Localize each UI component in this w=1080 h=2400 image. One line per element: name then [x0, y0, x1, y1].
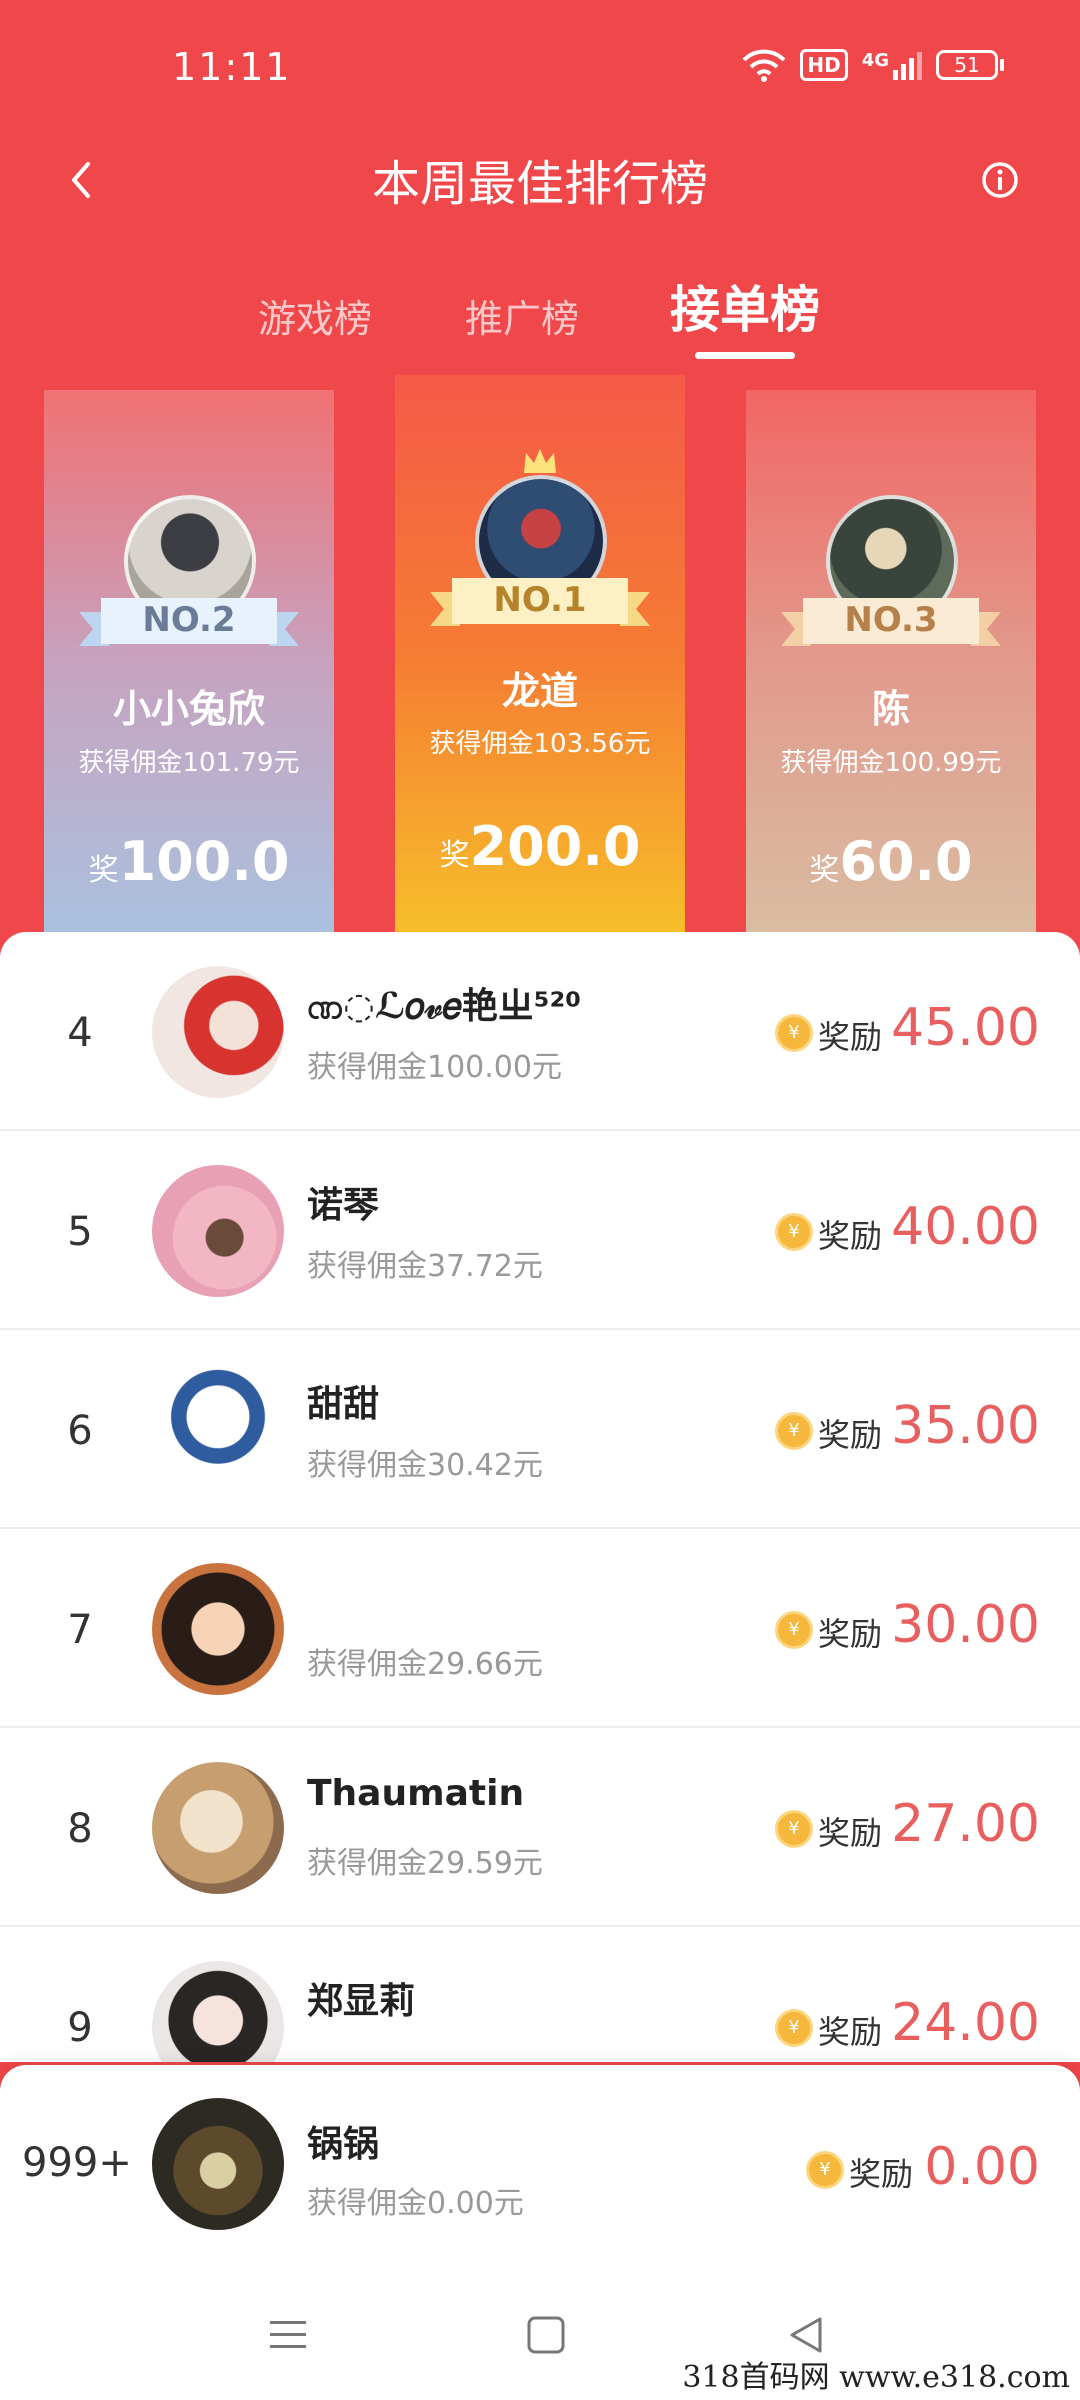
reward-value: 30.00 — [891, 1595, 1040, 1655]
reward-label: 奖励 — [818, 1615, 883, 1653]
commission-text: 获得佣金0.00元 — [307, 2186, 524, 2221]
network-type: 4G — [861, 50, 889, 71]
commission-text: 获得佣金103.56元 — [429, 729, 651, 759]
watermark: 318首码网 www.e318.com — [682, 2360, 1070, 2395]
commission-text: 获得佣金29.59元 — [307, 1846, 543, 1881]
user-name: 龙道 — [501, 669, 578, 713]
crown-icon — [524, 449, 556, 473]
user-name: 陈 — [871, 687, 910, 731]
rank-number: 9 — [67, 2005, 93, 2051]
rank-number: 8 — [67, 1806, 93, 1852]
info-icon — [982, 162, 1018, 198]
podium-card-second[interactable]: NO.2 小小兔欣 获得佣金101.79元 奖100.0 — [44, 390, 334, 935]
commission-text: 获得佣金29.66元 — [307, 1647, 543, 1682]
my-rank-bar[interactable]: 999+ 锅锅 获得佣金0.00元 ¥ 奖励 0.00 — [0, 2065, 1080, 2265]
podium-card-third[interactable]: NO.3 陈 获得佣金100.99元 奖60.0 — [746, 390, 1036, 935]
user-name: 小小兔欣 — [112, 687, 265, 731]
user-name: ဏ◌ℒ𝑜𝓋𝑒艳ㄓ⁵²⁰ — [307, 986, 582, 1027]
avatar — [152, 1364, 284, 1496]
system-nav-bar: 318首码网 www.e318.com — [0, 2265, 1080, 2400]
status-icons: HD 4G 51 — [742, 48, 1004, 82]
reward-value: 40.00 — [891, 1197, 1040, 1257]
reward-amount: 奖200.0 — [439, 815, 641, 878]
status-time: 11:11 — [172, 45, 292, 89]
home-button[interactable] — [516, 2305, 576, 2365]
commission-text: 获得佣金100.00元 — [307, 1050, 562, 1085]
tab-orders[interactable]: 接单榜 — [670, 270, 820, 342]
tab-promotion[interactable]: 推广榜 — [465, 288, 579, 343]
status-bar: 11:11 HD 4G 51 — [0, 0, 1080, 130]
page-title: 本周最佳排行榜 — [371, 156, 708, 212]
menu-icon — [270, 2321, 306, 2348]
coin-icon: ¥ — [775, 1213, 813, 1251]
title-bar: 本周最佳排行榜 — [0, 130, 1080, 230]
list-item[interactable]: 4 ဏ◌ℒ𝑜𝓋𝑒艳ㄓ⁵²⁰ 获得佣金100.00元 ¥ 奖励 45.00 — [0, 932, 1080, 1131]
coin-icon: ¥ — [775, 2009, 813, 2047]
rank-number: 6 — [67, 1408, 93, 1454]
commission-text: 获得佣金30.42元 — [307, 1448, 543, 1483]
rank-badge: NO.1 — [493, 580, 587, 620]
list-item[interactable]: 6 甜甜 获得佣金30.42元 ¥ 奖励 35.00 — [0, 1330, 1080, 1529]
user-name: 锅锅 — [307, 2124, 380, 2165]
ranking-list[interactable]: 4 ဏ◌ℒ𝑜𝓋𝑒艳ㄓ⁵²⁰ 获得佣金100.00元 ¥ 奖励 45.00 5 诺… — [0, 932, 1080, 2062]
coin-icon: ¥ — [775, 1810, 813, 1848]
avatar — [152, 1165, 284, 1297]
wifi-icon — [742, 49, 786, 82]
tab-active-indicator — [695, 352, 795, 359]
coin-icon: ¥ — [806, 2151, 844, 2189]
avatar — [152, 1961, 284, 2062]
list-item[interactable]: 9 郑显莉 ¥ 奖励 24.00 — [0, 1927, 1080, 2062]
hd-badge: HD — [800, 49, 848, 81]
reward-amount: 奖100.0 — [88, 830, 290, 893]
coin-icon: ¥ — [775, 1014, 813, 1052]
list-item[interactable]: 7 获得佣金29.66元 ¥ 奖励 30.00 — [0, 1529, 1080, 1728]
info-button[interactable] — [970, 150, 1030, 210]
list-item[interactable]: 8 Thaumatin 获得佣金29.59元 ¥ 奖励 27.00 — [0, 1728, 1080, 1927]
tab-bar: 游戏榜 推广榜 接单榜 — [0, 270, 1080, 370]
user-name: 郑显莉 — [307, 1981, 416, 2022]
reward-value: 35.00 — [891, 1396, 1040, 1456]
square-icon — [527, 2316, 565, 2354]
my-rank-number: 999+ — [22, 2140, 132, 2186]
reward-amount: 奖60.0 — [809, 830, 973, 893]
reward-value: 0.00 — [924, 2137, 1040, 2197]
tab-games[interactable]: 游戏榜 — [258, 288, 372, 343]
reward-value: 45.00 — [891, 998, 1040, 1058]
battery-level: 51 — [936, 50, 998, 80]
avatar — [152, 966, 284, 1098]
rank-number: 5 — [67, 1209, 93, 1255]
user-name: 甜甜 — [307, 1384, 380, 1425]
battery-icon: 51 — [936, 50, 1004, 80]
user-name: Thaumatin — [307, 1773, 525, 1814]
avatar — [152, 1563, 284, 1695]
rank-badge: NO.3 — [844, 600, 938, 640]
avatar — [152, 2098, 284, 2230]
commission-text: 获得佣金37.72元 — [307, 1249, 543, 1284]
reward-label: 奖励 — [818, 1018, 883, 1056]
reward-value: 24.00 — [891, 1993, 1040, 2053]
user-name: 诺琴 — [307, 1185, 380, 1226]
podium-card-first[interactable]: NO.1 龙道 获得佣金103.56元 奖200.0 — [395, 375, 685, 935]
rank-number: 4 — [67, 1010, 93, 1056]
reward-label: 奖励 — [818, 1217, 883, 1255]
coin-icon: ¥ — [775, 1412, 813, 1450]
reward-label: 奖励 — [849, 2155, 914, 2193]
triangle-back-icon — [790, 2317, 822, 2353]
avatar — [152, 1762, 284, 1894]
reward-label: 奖励 — [818, 1416, 883, 1454]
rank-badge: NO.2 — [142, 600, 236, 640]
reward-value: 27.00 — [891, 1794, 1040, 1854]
signal-icon: 4G — [862, 50, 922, 80]
menu-button[interactable] — [258, 2305, 318, 2365]
commission-text: 获得佣金101.79元 — [78, 748, 300, 778]
reward-label: 奖励 — [818, 1814, 883, 1852]
rank-number: 7 — [67, 1607, 93, 1653]
reward-label: 奖励 — [818, 2013, 883, 2051]
list-item[interactable]: 5 诺琴 获得佣金37.72元 ¥ 奖励 40.00 — [0, 1131, 1080, 1330]
coin-icon: ¥ — [775, 1611, 813, 1649]
commission-text: 获得佣金100.99元 — [780, 748, 1002, 778]
